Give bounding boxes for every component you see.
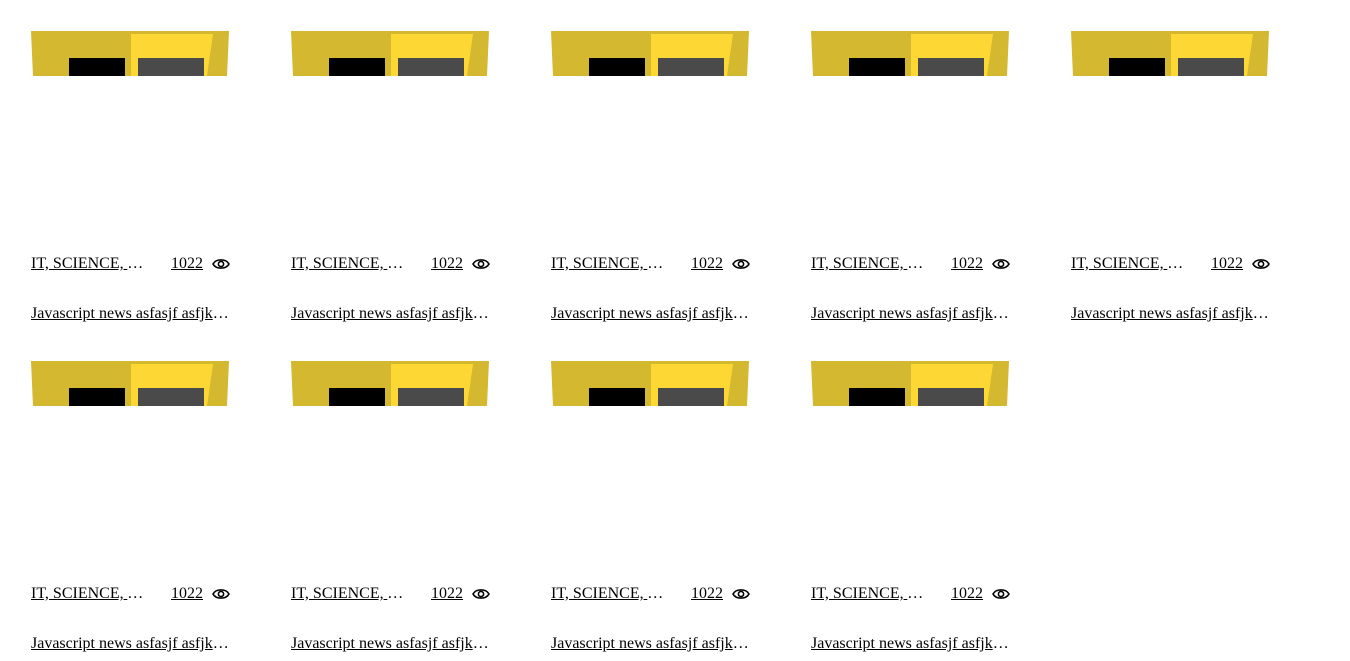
news-card[interactable]: IT, SCIENCE, TECH 1022 Javascript news a… [551, 361, 751, 661]
card-meta: IT, SCIENCE, TECH 1022 [551, 584, 751, 604]
thumbnail-dark-block [1109, 58, 1165, 76]
card-tags-link[interactable]: IT, SCIENCE, TECH [1071, 254, 1186, 274]
card-tags-link[interactable]: IT, SCIENCE, TECH [31, 584, 146, 604]
card-tags-link[interactable]: IT, SCIENCE, TECH [811, 584, 926, 604]
card-meta: IT, SCIENCE, TECH 1022 [811, 584, 1011, 604]
card-meta: IT, SCIENCE, TECH 1022 [1071, 254, 1271, 274]
card-title-link[interactable]: Javascript news asfasjf asfjkasfjk asfjk [31, 304, 231, 324]
thumbnail-dark-block [849, 58, 905, 76]
news-thumbnail[interactable] [31, 361, 231, 406]
thumbnail-dark-block [589, 388, 645, 406]
card-title-link[interactable]: Javascript news asfasjf asfjkasfjk asfjk [291, 634, 491, 654]
thumbnail-dark-block [849, 388, 905, 406]
news-thumbnail[interactable] [31, 31, 231, 76]
thumbnail-dark-block [69, 388, 125, 406]
eye-icon [212, 259, 230, 269]
thumbnail-dark-block [329, 388, 385, 406]
view-count: 1022 [691, 585, 723, 602]
eye-icon [732, 589, 750, 599]
card-meta: IT, SCIENCE, TECH 1022 [291, 584, 491, 604]
view-count: 1022 [431, 585, 463, 602]
card-tags-link[interactable]: IT, SCIENCE, TECH [551, 254, 666, 274]
news-grid: IT, SCIENCE, TECH 1022 Javascript news a… [31, 31, 1271, 661]
view-count: 1022 [171, 585, 203, 602]
thumbnail-gray-block [658, 388, 724, 406]
card-tags-link[interactable]: IT, SCIENCE, TECH [811, 254, 926, 274]
eye-icon [732, 259, 750, 269]
news-thumbnail[interactable] [291, 361, 491, 406]
thumbnail-gray-block [918, 388, 984, 406]
view-count: 1022 [1211, 255, 1243, 272]
news-card[interactable]: IT, SCIENCE, TECH 1022 Javascript news a… [811, 361, 1011, 661]
eye-icon [992, 259, 1010, 269]
card-meta: IT, SCIENCE, TECH 1022 [811, 254, 1011, 274]
card-tags-link[interactable]: IT, SCIENCE, TECH [551, 584, 666, 604]
news-card[interactable]: IT, SCIENCE, TECH 1022 Javascript news a… [291, 31, 491, 331]
news-card[interactable]: IT, SCIENCE, TECH 1022 Javascript news a… [551, 31, 751, 331]
thumbnail-dark-block [329, 58, 385, 76]
thumbnail-dark-block [69, 58, 125, 76]
news-thumbnail[interactable] [811, 31, 1011, 76]
view-count: 1022 [951, 585, 983, 602]
news-thumbnail[interactable] [291, 31, 491, 76]
thumbnail-gray-block [398, 388, 464, 406]
thumbnail-dark-block [589, 58, 645, 76]
card-title-link[interactable]: Javascript news asfasjf asfjkasfjk asfjk [291, 304, 491, 324]
news-card[interactable]: IT, SCIENCE, TECH 1022 Javascript news a… [291, 361, 491, 661]
thumbnail-gray-block [398, 58, 464, 76]
card-tags-link[interactable]: IT, SCIENCE, TECH [291, 254, 406, 274]
card-title-link[interactable]: Javascript news asfasjf asfjkasfjk asfjk [811, 304, 1011, 324]
news-thumbnail[interactable] [811, 361, 1011, 406]
card-tags-link[interactable]: IT, SCIENCE, TECH [291, 584, 406, 604]
view-count: 1022 [691, 255, 723, 272]
news-card[interactable]: IT, SCIENCE, TECH 1022 Javascript news a… [31, 361, 231, 661]
news-card[interactable]: IT, SCIENCE, TECH 1022 Javascript news a… [811, 31, 1011, 331]
eye-icon [212, 589, 230, 599]
view-count: 1022 [171, 255, 203, 272]
thumbnail-gray-block [138, 388, 204, 406]
news-thumbnail[interactable] [551, 31, 751, 76]
card-meta: IT, SCIENCE, TECH 1022 [31, 254, 231, 274]
thumbnail-gray-block [1178, 58, 1244, 76]
eye-icon [1252, 259, 1270, 269]
card-meta: IT, SCIENCE, TECH 1022 [31, 584, 231, 604]
thumbnail-gray-block [138, 58, 204, 76]
card-meta: IT, SCIENCE, TECH 1022 [291, 254, 491, 274]
card-title-link[interactable]: Javascript news asfasjf asfjkasfjk asfjk [1071, 304, 1271, 324]
eye-icon [472, 259, 490, 269]
news-thumbnail[interactable] [551, 361, 751, 406]
card-title-link[interactable]: Javascript news asfasjf asfjkasfjk asfjk [31, 634, 231, 654]
thumbnail-gray-block [658, 58, 724, 76]
news-card[interactable]: IT, SCIENCE, TECH 1022 Javascript news a… [31, 31, 231, 331]
card-title-link[interactable]: Javascript news asfasjf asfjkasfjk asfjk [551, 634, 751, 654]
view-count: 1022 [951, 255, 983, 272]
card-title-link[interactable]: Javascript news asfasjf asfjkasfjk asfjk [811, 634, 1011, 654]
card-meta: IT, SCIENCE, TECH 1022 [551, 254, 751, 274]
news-card[interactable]: IT, SCIENCE, TECH 1022 Javascript news a… [1071, 31, 1271, 331]
view-count: 1022 [431, 255, 463, 272]
news-thumbnail[interactable] [1071, 31, 1271, 76]
card-tags-link[interactable]: IT, SCIENCE, TECH [31, 254, 146, 274]
eye-icon [992, 589, 1010, 599]
card-title-link[interactable]: Javascript news asfasjf asfjkasfjk asfjk [551, 304, 751, 324]
eye-icon [472, 589, 490, 599]
thumbnail-gray-block [918, 58, 984, 76]
